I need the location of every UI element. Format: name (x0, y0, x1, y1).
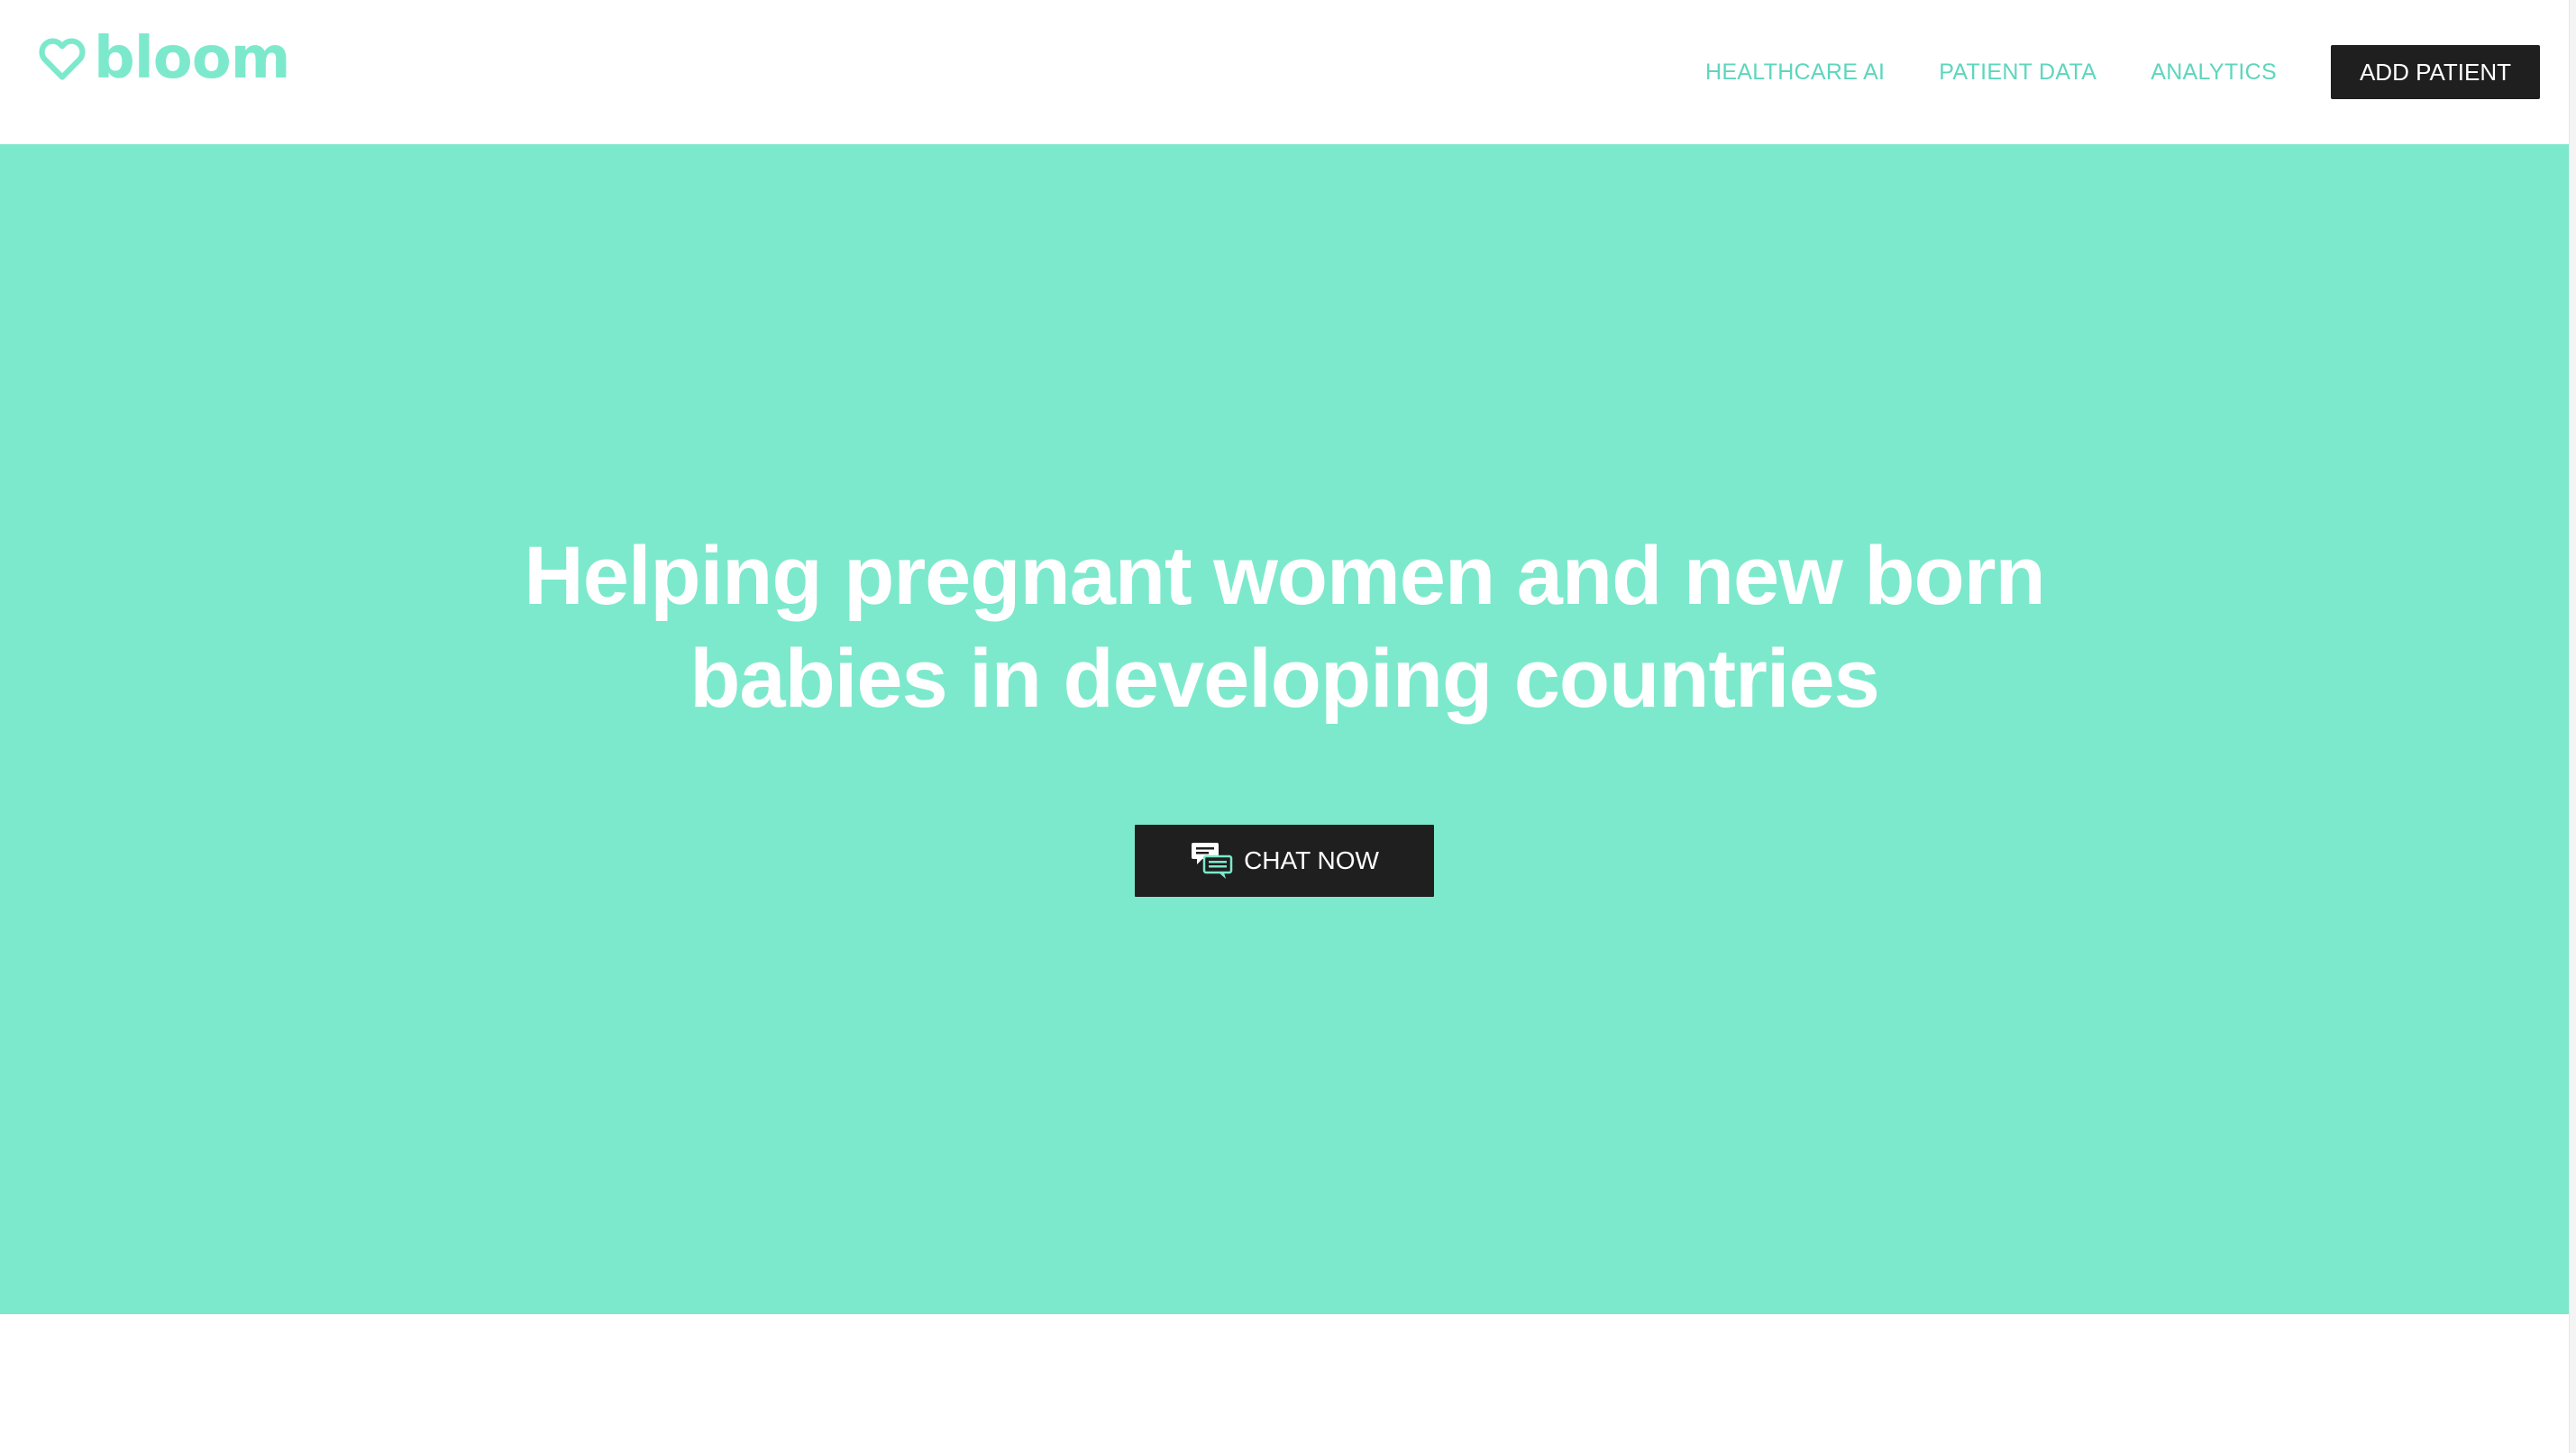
hero-title-line-1: Helping pregnant women and new born (524, 530, 2045, 622)
main-nav: HEALTHCARE AI PATIENT DATA ANALYTICS ADD… (1705, 45, 2540, 99)
brand-name: bloom (94, 25, 290, 92)
page: bloom HEALTHCARE AI PATIENT DATA ANALYTI… (0, 0, 2576, 1453)
page-scrollbar[interactable] (2569, 0, 2576, 1453)
chat-bubbles-icon (1192, 843, 1233, 879)
hero-title: Helping pregnant women and new born babi… (0, 525, 2569, 730)
hero-section: Helping pregnant women and new born babi… (0, 144, 2569, 1314)
nav-link-analytics[interactable]: ANALYTICS (2151, 59, 2277, 86)
heart-outline-icon (39, 38, 86, 80)
below-hero-section (0, 1314, 2569, 1453)
brand-logo[interactable]: bloom (36, 25, 290, 92)
top-navbar: bloom HEALTHCARE AI PATIENT DATA ANALYTI… (0, 0, 2569, 144)
chat-now-button[interactable]: CHAT NOW (1135, 825, 1434, 897)
chat-now-label: CHAT NOW (1244, 846, 1379, 874)
add-patient-button[interactable]: ADD PATIENT (2331, 45, 2540, 99)
nav-link-healthcare-ai[interactable]: HEALTHCARE AI (1705, 59, 1885, 86)
nav-link-patient-data[interactable]: PATIENT DATA (1939, 59, 2096, 86)
hero-title-line-2: babies in developing countries (690, 633, 1880, 725)
